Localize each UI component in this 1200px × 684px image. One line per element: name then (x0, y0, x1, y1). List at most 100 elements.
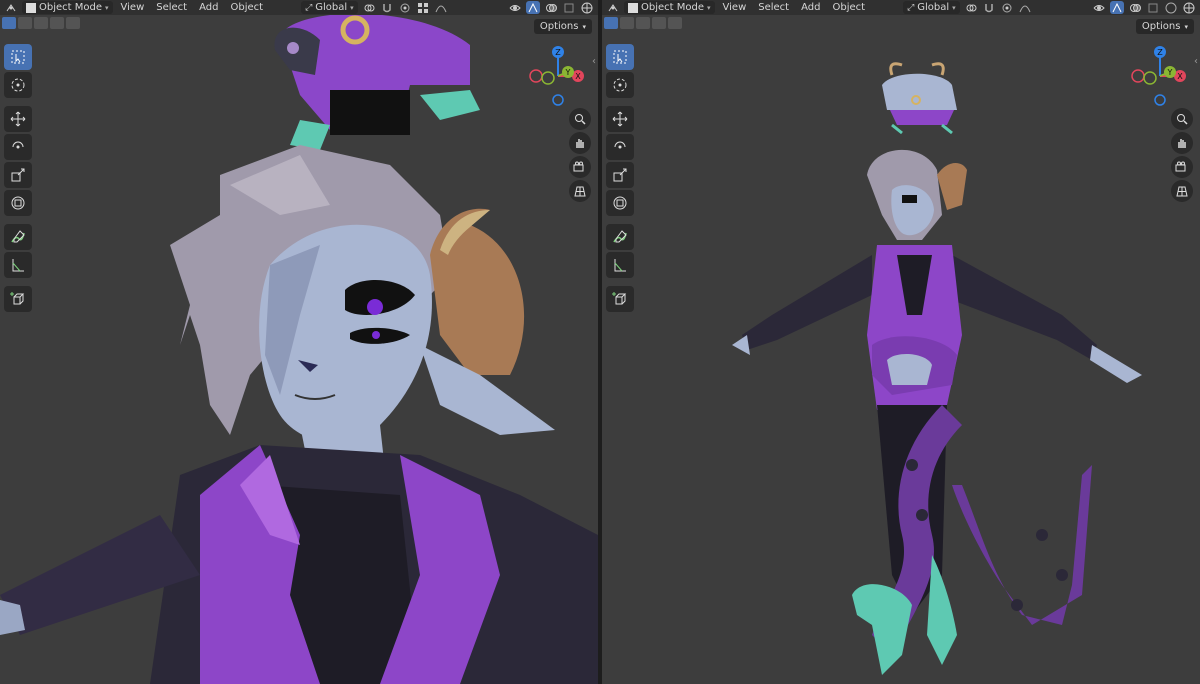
transform-icon[interactable] (606, 190, 634, 216)
visibility-icon[interactable] (508, 1, 522, 14)
move-icon[interactable] (4, 106, 32, 132)
menu-select[interactable]: Select (754, 1, 793, 14)
zoom-icon[interactable] (1171, 108, 1193, 130)
orientation-icon: ⤢ (907, 2, 915, 13)
viewport-left[interactable]: Object Mode ▾ View Select Add Object ⤢ G… (0, 0, 598, 684)
xray-icon[interactable] (1146, 1, 1160, 14)
sidebar-toggle-icon[interactable]: ‹ (1194, 56, 1198, 67)
options-dropdown[interactable]: Options ▾ (1135, 19, 1194, 34)
character-full-body-render (732, 62, 1142, 675)
xray-icon[interactable] (562, 1, 576, 14)
transform-icon[interactable] (4, 190, 32, 216)
camera-icon[interactable] (1171, 156, 1193, 178)
select-intersect-icon[interactable] (66, 17, 80, 29)
select-intersect-icon[interactable] (668, 17, 682, 29)
grid-icon[interactable] (1171, 180, 1193, 202)
viewport-right[interactable]: Object Mode ▾ View Select Add Object ⤢ G… (602, 0, 1200, 684)
navigation-gizmo[interactable]: Z X Y (526, 42, 590, 106)
menu-view[interactable]: View (117, 1, 149, 14)
select-extend-icon[interactable] (18, 17, 32, 29)
tool-separator (4, 100, 34, 104)
snap-icon[interactable] (380, 1, 394, 14)
shading-wireframe-icon[interactable] (1164, 1, 1178, 14)
editor-type-icon[interactable] (606, 1, 620, 14)
cursor-icon[interactable] (4, 72, 32, 98)
select-box-icon[interactable] (606, 44, 634, 70)
overlay-icon[interactable] (1128, 1, 1142, 14)
measure-icon[interactable] (606, 252, 634, 278)
add-cube-icon[interactable] (4, 286, 32, 312)
tool-separator (606, 280, 636, 284)
overlay-icon[interactable] (544, 1, 558, 14)
object-mode-icon (26, 2, 36, 13)
falloff-icon[interactable] (1018, 1, 1032, 14)
gizmo-y-label: Y (1167, 68, 1173, 77)
menu-add[interactable]: Add (195, 1, 222, 14)
select-subtract-icon[interactable] (636, 17, 650, 29)
selection-mode-group (2, 17, 80, 29)
orientation-icon: ⤢ (305, 2, 313, 13)
add-cube-icon[interactable] (606, 286, 634, 312)
proportional-edit-icon[interactable] (398, 1, 412, 14)
shading-solid-icon[interactable] (1182, 1, 1196, 14)
orientation-label: Global (315, 2, 348, 13)
select-invert-icon[interactable] (50, 17, 64, 29)
mode-dropdown[interactable]: Object Mode ▾ (624, 1, 715, 14)
rotate-icon[interactable] (606, 134, 634, 160)
mode-label: Object Mode (641, 2, 704, 13)
transform-orientation-dropdown[interactable]: ⤢ Global ▾ (903, 1, 960, 14)
mode-dropdown[interactable]: Object Mode ▾ (22, 1, 113, 14)
move-icon[interactable] (606, 106, 634, 132)
annotate-icon[interactable] (4, 224, 32, 250)
measure-icon[interactable] (4, 252, 32, 278)
pan-hand-icon[interactable] (569, 132, 591, 154)
chevron-down-icon: ▾ (1184, 22, 1188, 31)
visibility-icon[interactable] (1092, 1, 1106, 14)
tool-separator (4, 280, 34, 284)
menu-object[interactable]: Object (828, 1, 869, 14)
menu-select[interactable]: Select (152, 1, 191, 14)
menu-object[interactable]: Object (226, 1, 267, 14)
select-new-icon[interactable] (604, 17, 618, 29)
proportional-edit-icon[interactable] (1000, 1, 1014, 14)
cursor-icon[interactable] (606, 72, 634, 98)
navigation-gizmo[interactable]: Z X Y (1128, 42, 1192, 106)
grid-icon[interactable] (569, 180, 591, 202)
menu-view[interactable]: View (719, 1, 751, 14)
select-extend-icon[interactable] (620, 17, 634, 29)
transform-pivot-icon[interactable] (362, 1, 376, 14)
gizmo-toggle-icon[interactable] (1110, 1, 1124, 14)
menu-add[interactable]: Add (797, 1, 824, 14)
options-dropdown[interactable]: Options ▾ (533, 19, 592, 34)
tool-shelf (4, 44, 34, 312)
select-new-icon[interactable] (2, 17, 16, 29)
gizmo-x-label: X (575, 72, 581, 81)
selection-mode-group (604, 17, 682, 29)
rotate-icon[interactable] (4, 134, 32, 160)
select-subtract-icon[interactable] (34, 17, 48, 29)
gizmo-x-label: X (1177, 72, 1183, 81)
select-invert-icon[interactable] (652, 17, 666, 29)
annotate-icon[interactable] (606, 224, 634, 250)
camera-icon[interactable] (569, 156, 591, 178)
gizmo-z-label: Z (1157, 48, 1163, 57)
mode-label: Object Mode (39, 2, 102, 13)
viewport-header: Object Mode ▾ View Select Add Object ⤢ G… (602, 0, 1200, 15)
grid-snap-icon[interactable] (416, 1, 430, 14)
select-box-icon[interactable] (4, 44, 32, 70)
chevron-down-icon: ▾ (350, 3, 354, 12)
sidebar-toggle-icon[interactable]: ‹ (592, 56, 596, 67)
transform-pivot-icon[interactable] (964, 1, 978, 14)
shading-solid-icon[interactable] (580, 1, 594, 14)
zoom-icon[interactable] (569, 108, 591, 130)
falloff-icon[interactable] (434, 1, 448, 14)
gizmo-toggle-icon[interactable] (526, 1, 540, 14)
pan-hand-icon[interactable] (1171, 132, 1193, 154)
chevron-down-icon: ▾ (952, 3, 956, 12)
transform-orientation-dropdown[interactable]: ⤢ Global ▾ (301, 1, 358, 14)
scale-icon[interactable] (606, 162, 634, 188)
editor-type-icon[interactable] (4, 1, 18, 14)
snap-icon[interactable] (982, 1, 996, 14)
gizmo-z-label: Z (555, 48, 561, 57)
scale-icon[interactable] (4, 162, 32, 188)
